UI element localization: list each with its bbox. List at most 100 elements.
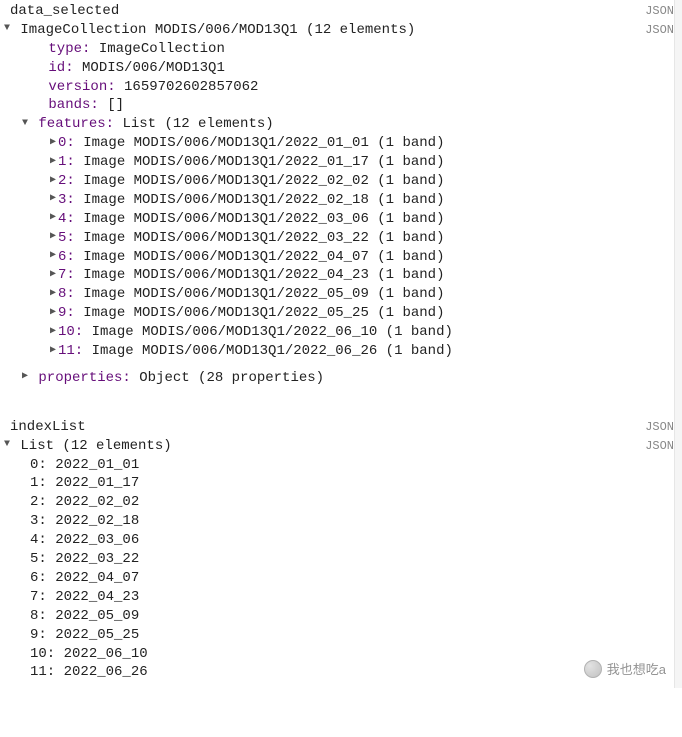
feature-item[interactable]: ▶8: Image MODIS/006/MOD13Q1/2022_05_09 (…	[48, 285, 682, 304]
item-value: Image MODIS/006/MOD13Q1/2022_04_07 (1 ba…	[75, 249, 445, 265]
section-header: indexList JSON	[0, 418, 682, 437]
json-link[interactable]: JSON	[645, 438, 674, 454]
caret-down-icon[interactable]: ▼	[20, 117, 30, 131]
item-index: 2:	[30, 494, 47, 510]
tree-root: ▼ List (12 elements) JSON 0: 2022_01_011…	[0, 437, 682, 683]
list-item: 2: 2022_02_02	[2, 493, 682, 512]
prop-key: features:	[38, 116, 114, 132]
item-value: 2022_06_26	[55, 664, 147, 680]
section-title: data_selected	[10, 2, 119, 21]
item-index: 2:	[58, 173, 75, 189]
root-label[interactable]: List (12 elements)	[20, 438, 171, 454]
feature-item[interactable]: ▶2: Image MODIS/006/MOD13Q1/2022_02_02 (…	[48, 172, 682, 191]
prop-value: ImageCollection	[99, 41, 225, 57]
json-link[interactable]: JSON	[645, 3, 674, 19]
item-value: 2022_03_22	[47, 551, 139, 567]
list-item: 9: 2022_05_25	[2, 626, 682, 645]
item-value: Image MODIS/006/MOD13Q1/2022_06_10 (1 ba…	[83, 324, 453, 340]
item-index: 11:	[58, 343, 83, 359]
caret-right-icon[interactable]: ▶	[48, 325, 58, 339]
root-node-row: ▼ List (12 elements) JSON	[2, 437, 682, 456]
caret-right-icon[interactable]: ▶	[48, 249, 58, 263]
tree-node-properties[interactable]: ▶ properties: Object (28 properties)	[20, 369, 682, 388]
json-link[interactable]: JSON	[645, 419, 674, 435]
section-data-selected: data_selected JSON ▼ ImageCollection MOD…	[0, 0, 682, 394]
item-value: Image MODIS/006/MOD13Q1/2022_03_22 (1 ba…	[75, 230, 445, 246]
feature-item[interactable]: ▶3: Image MODIS/006/MOD13Q1/2022_02_18 (…	[48, 191, 682, 210]
section-title: indexList	[10, 418, 86, 437]
caret-right-icon[interactable]: ▶	[48, 306, 58, 320]
item-value: Image MODIS/006/MOD13Q1/2022_05_09 (1 ba…	[75, 286, 445, 302]
caret-right-icon[interactable]: ▶	[48, 174, 58, 188]
feature-item[interactable]: ▶4: Image MODIS/006/MOD13Q1/2022_03_06 (…	[48, 210, 682, 229]
item-index: 9:	[58, 305, 75, 321]
item-index: 1:	[58, 154, 75, 170]
prop-value: MODIS/006/MOD13Q1	[82, 60, 225, 76]
caret-right-icon[interactable]: ▶	[48, 211, 58, 225]
item-value: 2022_05_25	[47, 627, 139, 643]
watermark: 我也想吃a	[584, 660, 666, 678]
json-link[interactable]: JSON	[645, 22, 674, 38]
caret-right-icon[interactable]: ▶	[48, 192, 58, 206]
item-index: 1:	[30, 475, 47, 491]
item-index: 3:	[30, 513, 47, 529]
caret-right-icon[interactable]: ▶	[48, 287, 58, 301]
section-header: data_selected JSON	[0, 2, 682, 21]
caret-right-icon[interactable]: ▶	[48, 268, 58, 282]
item-value: Image MODIS/006/MOD13Q1/2022_01_17 (1 ba…	[75, 154, 445, 170]
caret-right-icon[interactable]: ▶	[48, 155, 58, 169]
feature-item[interactable]: ▶11: Image MODIS/006/MOD13Q1/2022_06_26 …	[48, 342, 682, 361]
item-value: 2022_06_10	[55, 646, 147, 662]
item-index: 4:	[30, 532, 47, 548]
item-value: 2022_02_02	[47, 494, 139, 510]
item-index: 0:	[30, 457, 47, 473]
feature-item[interactable]: ▶5: Image MODIS/006/MOD13Q1/2022_03_22 (…	[48, 229, 682, 248]
tree-node-id: id: MODIS/006/MOD13Q1	[30, 59, 682, 78]
feature-item[interactable]: ▶1: Image MODIS/006/MOD13Q1/2022_01_17 (…	[48, 153, 682, 172]
prop-key: version:	[48, 79, 115, 95]
caret-right-icon[interactable]: ▶	[48, 344, 58, 358]
item-index: 5:	[30, 551, 47, 567]
section-indexlist: indexList JSON ▼ List (12 elements) JSON…	[0, 416, 682, 688]
caret-right-icon[interactable]: ▶	[48, 136, 58, 150]
tree-node-features[interactable]: ▼ features: List (12 elements)	[20, 115, 682, 134]
list-item: 1: 2022_01_17	[2, 474, 682, 493]
prop-key: bands:	[48, 97, 98, 113]
feature-item[interactable]: ▶6: Image MODIS/006/MOD13Q1/2022_04_07 (…	[48, 248, 682, 267]
prop-value: 1659702602857062	[124, 79, 258, 95]
prop-value: List (12 elements)	[122, 116, 273, 132]
item-index: 8:	[30, 608, 47, 624]
item-index: 10:	[30, 646, 55, 662]
item-value: 2022_01_01	[47, 457, 139, 473]
tree-node-type: type: ImageCollection	[30, 40, 682, 59]
item-index: 11:	[30, 664, 55, 680]
item-value: Image MODIS/006/MOD13Q1/2022_02_18 (1 ba…	[75, 192, 445, 208]
scrollbar-gutter	[674, 0, 682, 688]
features-list: ▶0: Image MODIS/006/MOD13Q1/2022_01_01 (…	[30, 134, 682, 361]
feature-item[interactable]: ▶0: Image MODIS/006/MOD13Q1/2022_01_01 (…	[48, 134, 682, 153]
root-node-row: ▼ ImageCollection MODIS/006/MOD13Q1 (12 …	[2, 21, 682, 40]
root-label[interactable]: ImageCollection MODIS/006/MOD13Q1 (12 el…	[20, 22, 415, 38]
watermark-text: 我也想吃a	[607, 661, 666, 679]
item-index: 0:	[58, 135, 75, 151]
caret-down-icon[interactable]: ▼	[2, 22, 12, 36]
feature-item[interactable]: ▶7: Image MODIS/006/MOD13Q1/2022_04_23 (…	[48, 266, 682, 285]
caret-down-icon[interactable]: ▼	[2, 438, 12, 452]
item-value: Image MODIS/006/MOD13Q1/2022_01_01 (1 ba…	[75, 135, 445, 151]
caret-right-icon[interactable]: ▶	[20, 370, 30, 384]
item-value: 2022_04_23	[47, 589, 139, 605]
list-item: 5: 2022_03_22	[2, 550, 682, 569]
item-value: Image MODIS/006/MOD13Q1/2022_06_26 (1 ba…	[83, 343, 453, 359]
prop-value: Object (28 properties)	[139, 370, 324, 386]
feature-item[interactable]: ▶10: Image MODIS/006/MOD13Q1/2022_06_10 …	[48, 323, 682, 342]
feature-item[interactable]: ▶9: Image MODIS/006/MOD13Q1/2022_05_25 (…	[48, 304, 682, 323]
caret-right-icon[interactable]: ▶	[48, 230, 58, 244]
list-item: 11: 2022_06_26	[2, 663, 682, 682]
list-item: 4: 2022_03_06	[2, 531, 682, 550]
item-value: Image MODIS/006/MOD13Q1/2022_02_02 (1 ba…	[75, 173, 445, 189]
watermark-icon	[584, 660, 602, 678]
item-index: 7:	[58, 267, 75, 283]
item-value: Image MODIS/006/MOD13Q1/2022_03_06 (1 ba…	[75, 211, 445, 227]
index-list: 0: 2022_01_011: 2022_01_172: 2022_02_023…	[2, 456, 682, 683]
item-value: 2022_01_17	[47, 475, 139, 491]
